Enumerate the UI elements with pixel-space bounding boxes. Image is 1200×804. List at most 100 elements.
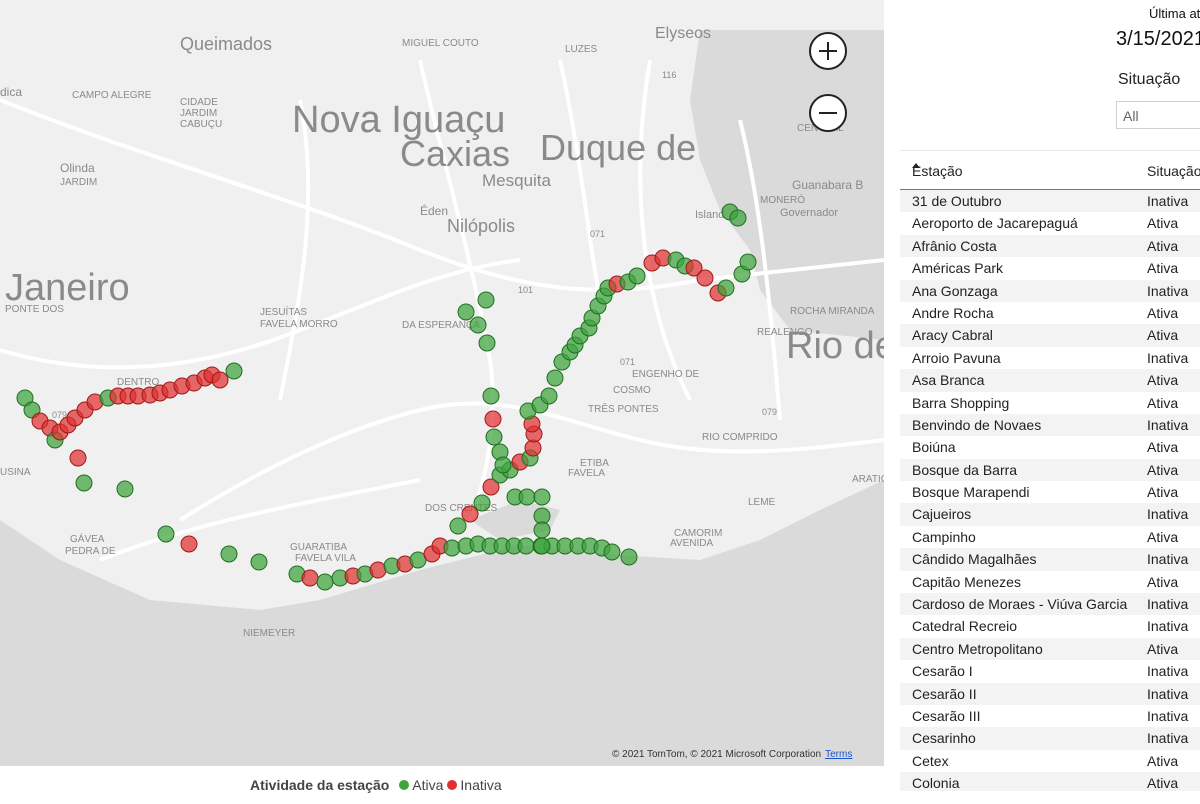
station-marker-ativa[interactable]: [540, 387, 558, 405]
table-row[interactable]: Aracy Cabral Ativa: [900, 324, 1200, 347]
station-marker-inativa[interactable]: [301, 569, 319, 587]
legend-item-inativa[interactable]: Inativa: [447, 777, 502, 793]
table-row[interactable]: Américas Park Ativa: [900, 257, 1200, 279]
station-status: Ativa: [1147, 372, 1179, 389]
table-row[interactable]: Cesarão III Inativa: [900, 705, 1200, 727]
table-row[interactable]: Catedral Recreio Inativa: [900, 615, 1200, 637]
station-name: Aracy Cabral: [912, 327, 993, 344]
station-marker-inativa[interactable]: [369, 561, 387, 579]
zoom-out-button[interactable]: [809, 94, 847, 132]
station-marker-ativa[interactable]: [473, 494, 491, 512]
station-status: Inativa: [1147, 349, 1189, 366]
table-row[interactable]: Afrânio Costa Ativa: [900, 234, 1200, 258]
legend-item-ativa[interactable]: Ativa: [399, 777, 443, 793]
table-row[interactable]: Barra Shopping Ativa: [900, 392, 1200, 414]
map-place-label: COSMO: [613, 385, 651, 396]
station-marker-ativa[interactable]: [457, 303, 475, 321]
table-row[interactable]: 31 de Outubro Inativa: [900, 190, 1200, 213]
station-marker-ativa[interactable]: [729, 209, 747, 227]
station-marker-inativa[interactable]: [180, 535, 198, 553]
table-row[interactable]: Aeroporto de Jacarepaguá Ativa: [900, 212, 1200, 234]
table-row[interactable]: Andre Rocha Ativa: [900, 302, 1200, 324]
station-marker-ativa[interactable]: [533, 488, 551, 506]
station-marker-ativa[interactable]: [603, 543, 621, 561]
map-place-label: CABUÇU: [180, 119, 222, 130]
map-place-label: AVENIDA: [670, 538, 713, 549]
station-marker-inativa[interactable]: [696, 269, 714, 287]
table-row[interactable]: Colonia Ativa: [900, 772, 1200, 791]
station-marker-ativa[interactable]: [449, 517, 467, 535]
table-row[interactable]: Cetex Ativa: [900, 750, 1200, 772]
station-marker-ativa[interactable]: [316, 573, 334, 591]
station-marker-ativa[interactable]: [485, 428, 503, 446]
column-header-situacao[interactable]: Situação: [1147, 163, 1200, 179]
attribution-text: © 2021 TomTom, © 2021 Microsoft Corporat…: [612, 749, 822, 760]
station-marker-ativa[interactable]: [494, 456, 512, 474]
station-marker-ativa[interactable]: [739, 253, 757, 271]
table-row[interactable]: Asa Branca Ativa: [900, 369, 1200, 392]
map-place-label: 116: [662, 70, 676, 80]
table-row[interactable]: Campinho Ativa: [900, 526, 1200, 548]
station-marker-ativa[interactable]: [620, 548, 638, 566]
station-status: Ativa: [1147, 439, 1179, 456]
table-row[interactable]: Centro Metropolitano Ativa: [900, 637, 1200, 661]
station-marker-ativa[interactable]: [477, 291, 495, 309]
station-marker-ativa[interactable]: [478, 334, 496, 352]
legend-label-inativa: Inativa: [460, 777, 502, 793]
table-row[interactable]: Cesarinho Inativa: [900, 727, 1200, 750]
table-row[interactable]: Cesarão I Inativa: [900, 660, 1200, 682]
map-place-label: FAVELA MORRO: [260, 319, 338, 330]
station-marker-ativa[interactable]: [443, 539, 461, 557]
station-marker-ativa[interactable]: [469, 316, 487, 334]
station-marker-ativa[interactable]: [546, 369, 564, 387]
station-status: Inativa: [1147, 193, 1189, 209]
map-place-label: PEDRA DE: [65, 546, 116, 557]
station-marker-inativa[interactable]: [484, 410, 502, 428]
table-row[interactable]: Cândido Magalhães Inativa: [900, 548, 1200, 571]
table-row[interactable]: Bosque da Barra Ativa: [900, 458, 1200, 482]
map-place-label: DA ESPERANÇA: [402, 320, 480, 331]
station-marker-ativa[interactable]: [717, 279, 735, 297]
map-canvas[interactable]: Queimados MIGUEL COUTO Elyseos LUZES 116 dica…: [0, 0, 884, 766]
station-marker-ativa[interactable]: [533, 537, 551, 555]
station-marker-ativa[interactable]: [220, 545, 238, 563]
map-place-label: Guanabara B: [792, 178, 863, 192]
station-marker-ativa[interactable]: [157, 525, 175, 543]
station-marker-ativa[interactable]: [518, 488, 536, 506]
table-row[interactable]: Boiúna Ativa: [900, 436, 1200, 458]
table-row[interactable]: Arroio Pavuna Inativa: [900, 347, 1200, 369]
table-row[interactable]: Ana Gonzaga Inativa: [900, 279, 1200, 302]
station-marker-ativa[interactable]: [517, 537, 535, 555]
table-row[interactable]: Cesarão II Inativa: [900, 682, 1200, 705]
station-status: Inativa: [1147, 663, 1189, 680]
situacao-filter-dropdown[interactable]: All: [1116, 101, 1200, 129]
station-marker-ativa[interactable]: [225, 362, 243, 380]
map-place-label: CIDADE: [180, 97, 218, 108]
station-marker-ativa[interactable]: [533, 521, 551, 539]
station-status: Ativa: [1147, 484, 1179, 501]
table-row[interactable]: Capitão Menezes Ativa: [900, 571, 1200, 593]
table-row[interactable]: Bosque Marapendi Ativa: [900, 481, 1200, 503]
map-place-label: RIO COMPRIDO: [702, 432, 778, 443]
station-marker-ativa[interactable]: [250, 553, 268, 571]
station-marker-ativa[interactable]: [628, 267, 646, 285]
station-marker-inativa[interactable]: [211, 371, 229, 389]
station-status: Ativa: [1147, 215, 1179, 232]
table-row[interactable]: Cardoso de Moraes - Viúva Garcia Inativa: [900, 593, 1200, 616]
station-marker-inativa[interactable]: [69, 449, 87, 467]
stations-table[interactable]: Estação Situação 31 de Outubro Inativa Aer…: [900, 150, 1200, 791]
station-name: Andre Rocha: [912, 304, 994, 321]
station-marker-ativa[interactable]: [482, 387, 500, 405]
station-map[interactable]: Queimados MIGUEL COUTO Elyseos LUZES 116 dica…: [0, 0, 884, 766]
zoom-in-button[interactable]: [809, 32, 847, 70]
terms-link[interactable]: Terms: [825, 749, 852, 760]
station-name: Cesarão II: [912, 685, 977, 702]
table-header: Estação Situação: [900, 151, 1200, 190]
table-row[interactable]: Benvindo de Novaes Inativa: [900, 413, 1200, 437]
minus-icon: [819, 112, 837, 114]
station-marker-ativa[interactable]: [116, 480, 134, 498]
station-name: Cetex: [912, 752, 949, 769]
map-place-label: TRÊS PONTES: [588, 402, 659, 415]
table-row[interactable]: Cajueiros Inativa: [900, 503, 1200, 526]
station-marker-ativa[interactable]: [75, 474, 93, 492]
